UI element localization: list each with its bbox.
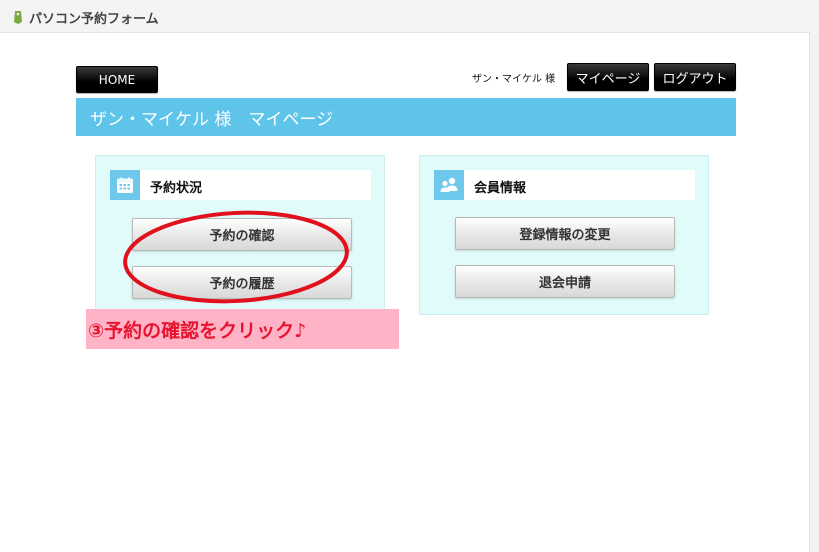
reservation-panel-header: 予約状況 (110, 170, 371, 200)
app-title-bar: パソコン予約フォーム (0, 0, 819, 32)
home-button[interactable]: HOME (76, 66, 158, 93)
logout-button[interactable]: ログアウト (654, 63, 736, 91)
member-panel-title: 会員情報 (474, 181, 527, 196)
member-info-panel: 会員情報 登録情報の変更 退会申請 (419, 155, 709, 315)
withdrawal-request-button[interactable]: 退会申請 (455, 265, 675, 298)
page-content: HOME ザン・マイケル 様 マイページ ログアウト ザン・マイケル 様 マイペ… (0, 32, 810, 552)
users-icon (434, 170, 464, 200)
user-name-label: ザン・マイケル 様 (472, 74, 556, 85)
app-title: パソコン予約フォーム (29, 12, 159, 27)
member-panel-header: 会員情報 (434, 170, 695, 200)
mypage-button[interactable]: マイページ (567, 63, 649, 91)
reservation-check-button[interactable]: 予約の確認 (132, 218, 352, 251)
reservation-status-panel: 予約状況 予約の確認 予約の履歴 (95, 155, 385, 312)
calendar-icon (110, 170, 140, 200)
page-title: ザン・マイケル 様 マイページ (76, 98, 736, 136)
reservation-panel-title: 予約状況 (150, 181, 203, 196)
edit-registration-button[interactable]: 登録情報の変更 (455, 217, 675, 250)
leaf-tag-icon (14, 11, 22, 24)
instruction-callout: ③予約の確認をクリック♪ (86, 309, 399, 349)
reservation-history-button[interactable]: 予約の履歴 (132, 266, 352, 299)
